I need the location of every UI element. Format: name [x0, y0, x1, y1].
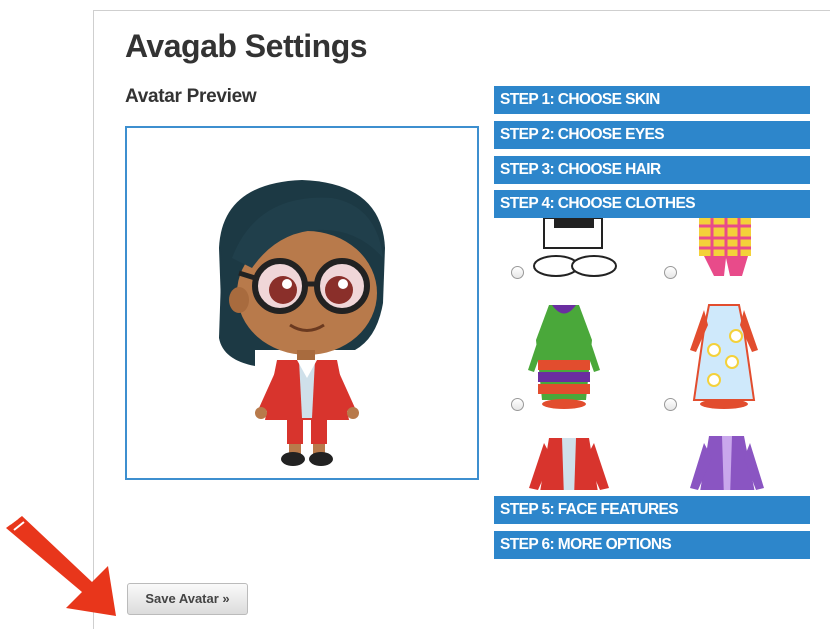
clothes-option-red-jacket[interactable]	[524, 428, 614, 490]
clothes-option-white-pants-shoes[interactable]	[524, 218, 624, 282]
clothes-radio-2[interactable]	[664, 266, 677, 279]
clothes-radio-4[interactable]	[664, 398, 677, 411]
step-4-choose-clothes[interactable]: STEP 4: CHOOSE CLOTHES	[494, 190, 810, 218]
clothes-option-striped-robe[interactable]	[524, 300, 604, 410]
step-2-choose-eyes[interactable]: STEP 2: CHOOSE EYES	[494, 121, 810, 149]
step-3-choose-hair[interactable]: STEP 3: CHOOSE HAIR	[494, 156, 810, 184]
save-avatar-button[interactable]: Save Avatar »	[127, 583, 248, 615]
red-arrow-icon	[6, 516, 116, 616]
avatar-image	[219, 180, 385, 466]
clothes-radio-1[interactable]	[511, 266, 524, 279]
step-1-choose-skin[interactable]: STEP 1: CHOOSE SKIN	[494, 86, 810, 114]
avatar-preview	[125, 126, 479, 480]
clothes-options-list[interactable]	[494, 218, 810, 490]
step-6-more-options[interactable]: STEP 6: MORE OPTIONS	[494, 531, 810, 559]
clothes-option-flower-dress[interactable]	[684, 300, 764, 410]
clothes-radio-3[interactable]	[511, 398, 524, 411]
avatar-preview-label: Avatar Preview	[125, 86, 257, 107]
clothes-option-plaid-outfit[interactable]	[684, 218, 764, 280]
step-5-face-features[interactable]: STEP 5: FACE FEATURES	[494, 496, 810, 524]
clothes-option-purple-jacket[interactable]	[684, 428, 774, 490]
page-title: Avagab Settings	[125, 28, 368, 64]
